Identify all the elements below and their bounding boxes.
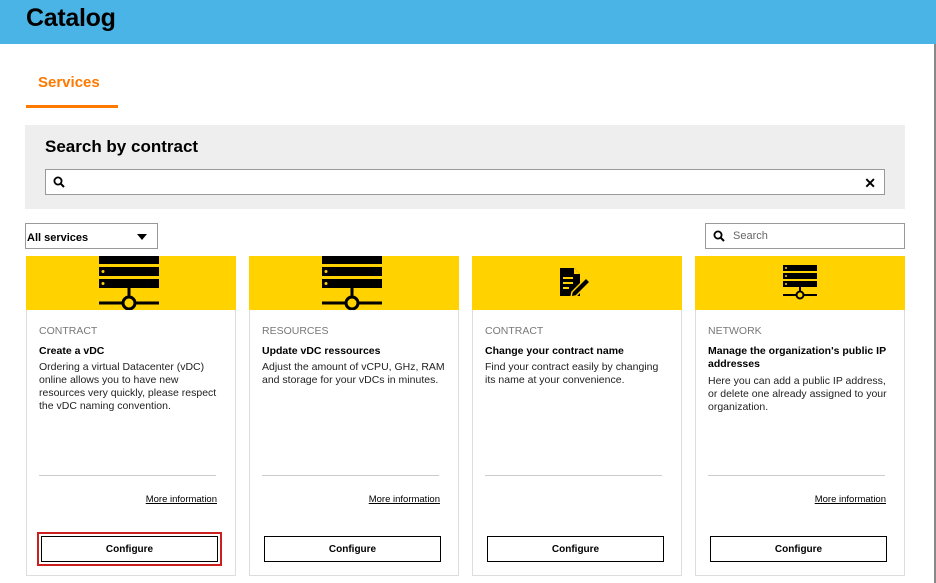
document-edit-icon bbox=[560, 268, 592, 298]
card-title: Manage the organization's public IP addr… bbox=[708, 345, 886, 370]
search-icon bbox=[713, 230, 725, 242]
service-card-manage-public-ip: NETWORK Manage the organization's public… bbox=[695, 256, 905, 576]
card-description: Find your contract easily by changing it… bbox=[485, 361, 659, 386]
card-banner bbox=[249, 256, 459, 310]
service-card-update-vdc: RESOURCES Update vDC ressources Adjust t… bbox=[249, 256, 459, 576]
server-network-icon bbox=[99, 256, 159, 310]
card-description: Ordering a virtual Datacenter (vDC) onli… bbox=[39, 361, 217, 412]
services-search[interactable] bbox=[705, 223, 905, 249]
card-title: Change your contract name bbox=[485, 345, 624, 357]
contract-search-title: Search by contract bbox=[45, 137, 199, 156]
divider bbox=[39, 475, 216, 476]
page-title: Catalog bbox=[26, 4, 116, 32]
chevron-down-icon bbox=[137, 234, 147, 240]
server-network-icon bbox=[783, 265, 817, 300]
divider bbox=[485, 475, 662, 476]
card-description: Adjust the amount of vCPU, GHz, RAM and … bbox=[262, 361, 445, 386]
contract-search-panel: Search by contract ✕ bbox=[25, 125, 905, 209]
divider bbox=[262, 475, 439, 476]
card-banner bbox=[695, 256, 905, 310]
configure-button[interactable]: Configure bbox=[37, 532, 222, 566]
configure-button[interactable]: Configure bbox=[487, 536, 664, 562]
card-title: Update vDC ressources bbox=[262, 345, 381, 357]
service-filter-value: All services bbox=[27, 232, 89, 244]
tab-services[interactable]: Services bbox=[26, 64, 118, 108]
contract-search-input[interactable]: ✕ bbox=[45, 169, 885, 195]
card-category: CONTRACT bbox=[485, 325, 544, 337]
services-search-input[interactable] bbox=[733, 228, 898, 244]
card-banner bbox=[472, 256, 682, 310]
service-card-create-vdc: CONTRACT Create a vDC Ordering a virtual… bbox=[26, 256, 236, 576]
configure-button[interactable]: Configure bbox=[710, 536, 887, 562]
more-information-link[interactable]: More information bbox=[815, 494, 886, 505]
card-category: CONTRACT bbox=[39, 325, 98, 337]
server-network-icon bbox=[322, 256, 382, 310]
close-icon[interactable]: ✕ bbox=[864, 175, 876, 192]
service-card-change-contract-name: CONTRACT Change your contract name Find … bbox=[472, 256, 682, 576]
card-title: Create a vDC bbox=[39, 345, 105, 357]
more-information-link[interactable]: More information bbox=[369, 494, 440, 505]
tab-bar: Services bbox=[26, 64, 118, 108]
card-banner bbox=[26, 256, 236, 310]
divider bbox=[708, 475, 885, 476]
page-header: Catalog bbox=[0, 0, 936, 44]
card-description: Here you can add a public IP address, or… bbox=[708, 375, 887, 413]
configure-button[interactable]: Configure bbox=[264, 536, 441, 562]
more-information-link[interactable]: More information bbox=[146, 494, 217, 505]
service-filter-select[interactable]: All services bbox=[25, 223, 158, 249]
card-category: NETWORK bbox=[708, 325, 762, 337]
search-icon bbox=[53, 176, 65, 188]
card-category: RESOURCES bbox=[262, 325, 329, 337]
